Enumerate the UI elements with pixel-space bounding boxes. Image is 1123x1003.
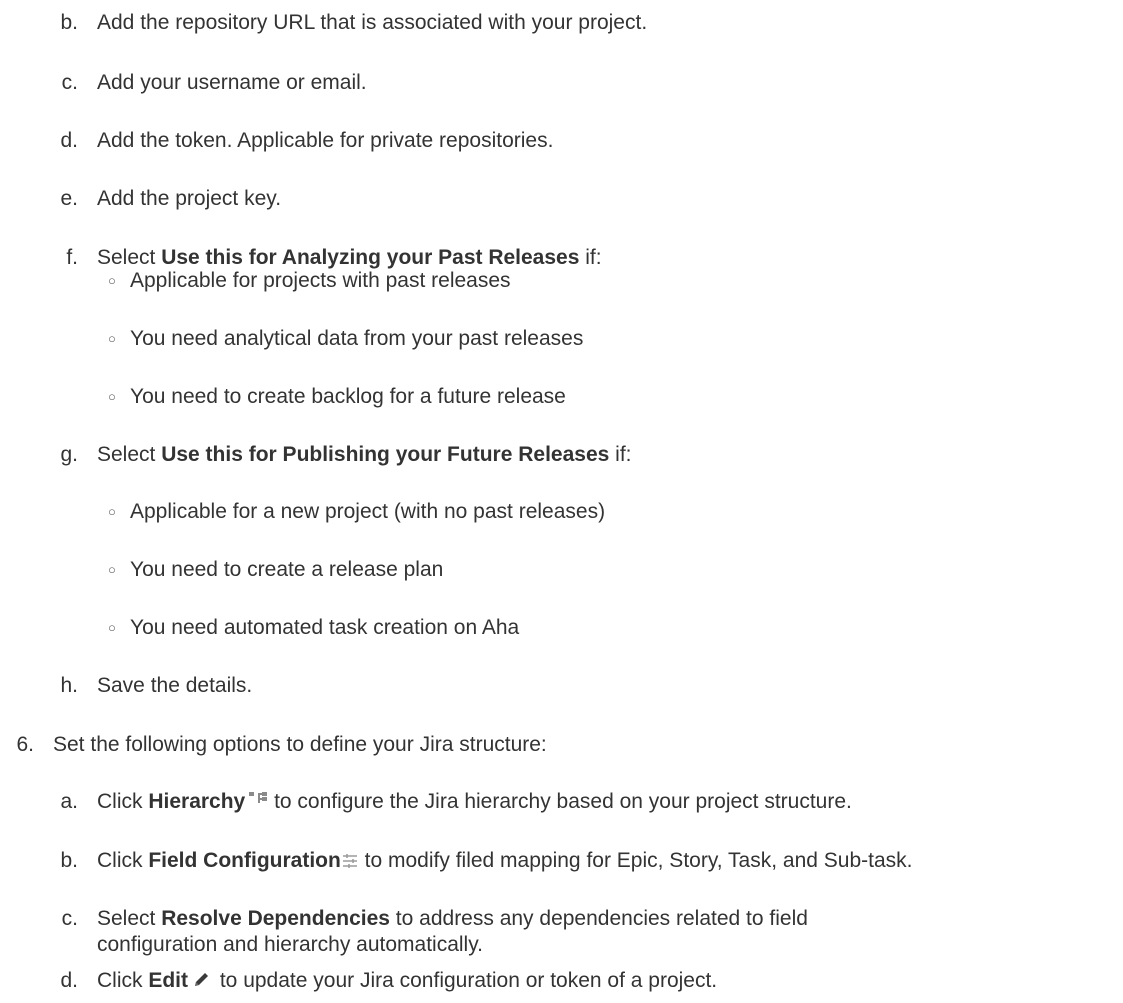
list-marker-6b: b. xyxy=(60,849,78,872)
step-f-bullet-1: Applicable for projects with past releas… xyxy=(130,269,511,292)
step-6d-bold: Edit xyxy=(148,969,189,992)
step-6-text: Set the following options to define your… xyxy=(53,733,547,756)
step-g-bold: Use this for Publishing your Future Rele… xyxy=(161,443,610,466)
list-marker-h: h. xyxy=(60,674,78,697)
step-6d-text: Click Edit to update your Jira configura… xyxy=(97,969,718,992)
step-6a-bold: Hierarchy xyxy=(148,790,246,813)
step-f-bold: Use this for Analyzing your Past Release… xyxy=(161,246,580,269)
list-marker-g: g. xyxy=(60,443,78,466)
bullet-marker: ○ xyxy=(108,273,116,288)
hierarchy-icon xyxy=(248,786,268,806)
step-g-bullet-3: You need automated task creation on Aha xyxy=(130,616,520,639)
step-f-bullet-2: You need analytical data from your past … xyxy=(130,327,584,350)
bullet-marker: ○ xyxy=(108,331,116,346)
bullet-marker: ○ xyxy=(108,504,116,519)
list-marker-6c: c. xyxy=(61,907,78,930)
list-marker-f: f. xyxy=(66,246,78,269)
list-marker-6d: d. xyxy=(60,969,78,992)
step-g-bullet-1: Applicable for a new project (with no pa… xyxy=(130,500,606,523)
step-f-bullet-3: You need to create backlog for a future … xyxy=(130,385,566,408)
list-marker-b: b. xyxy=(60,11,78,34)
step-c-text: Add your username or email. xyxy=(97,71,367,94)
bullet-marker: ○ xyxy=(108,562,116,577)
step-6a-text: Click Hierarchy to configure the Jira hi… xyxy=(97,789,852,815)
step-6b-bold: Field Configuration xyxy=(148,849,341,872)
field-configuration-icon xyxy=(341,850,359,869)
step-6c-text-cont: configuration and hierarchy automaticall… xyxy=(97,933,483,956)
pencil-icon xyxy=(192,970,214,988)
bullet-marker: ○ xyxy=(108,389,116,404)
list-marker-6a: a. xyxy=(60,790,78,813)
step-g-bullet-2: You need to create a release plan xyxy=(130,558,444,581)
step-6b-text: Click Field Configuration to modify file… xyxy=(97,849,913,872)
step-b-text: Add the repository URL that is associate… xyxy=(97,11,648,34)
list-marker-c: c. xyxy=(61,71,78,94)
list-marker-e: e. xyxy=(60,187,78,210)
step-6c-text: Select Resolve Dependencies to address a… xyxy=(97,907,808,930)
list-marker-6: 6. xyxy=(16,733,34,756)
list-marker-d: d. xyxy=(60,129,78,152)
step-6c-bold: Resolve Dependencies xyxy=(161,907,390,930)
bullet-marker: ○ xyxy=(108,620,116,635)
step-g-text: Select Use this for Publishing your Futu… xyxy=(97,443,632,466)
step-d-text: Add the token. Applicable for private re… xyxy=(97,129,554,152)
step-h-text: Save the details. xyxy=(97,674,253,697)
step-e-text: Add the project key. xyxy=(97,187,282,210)
